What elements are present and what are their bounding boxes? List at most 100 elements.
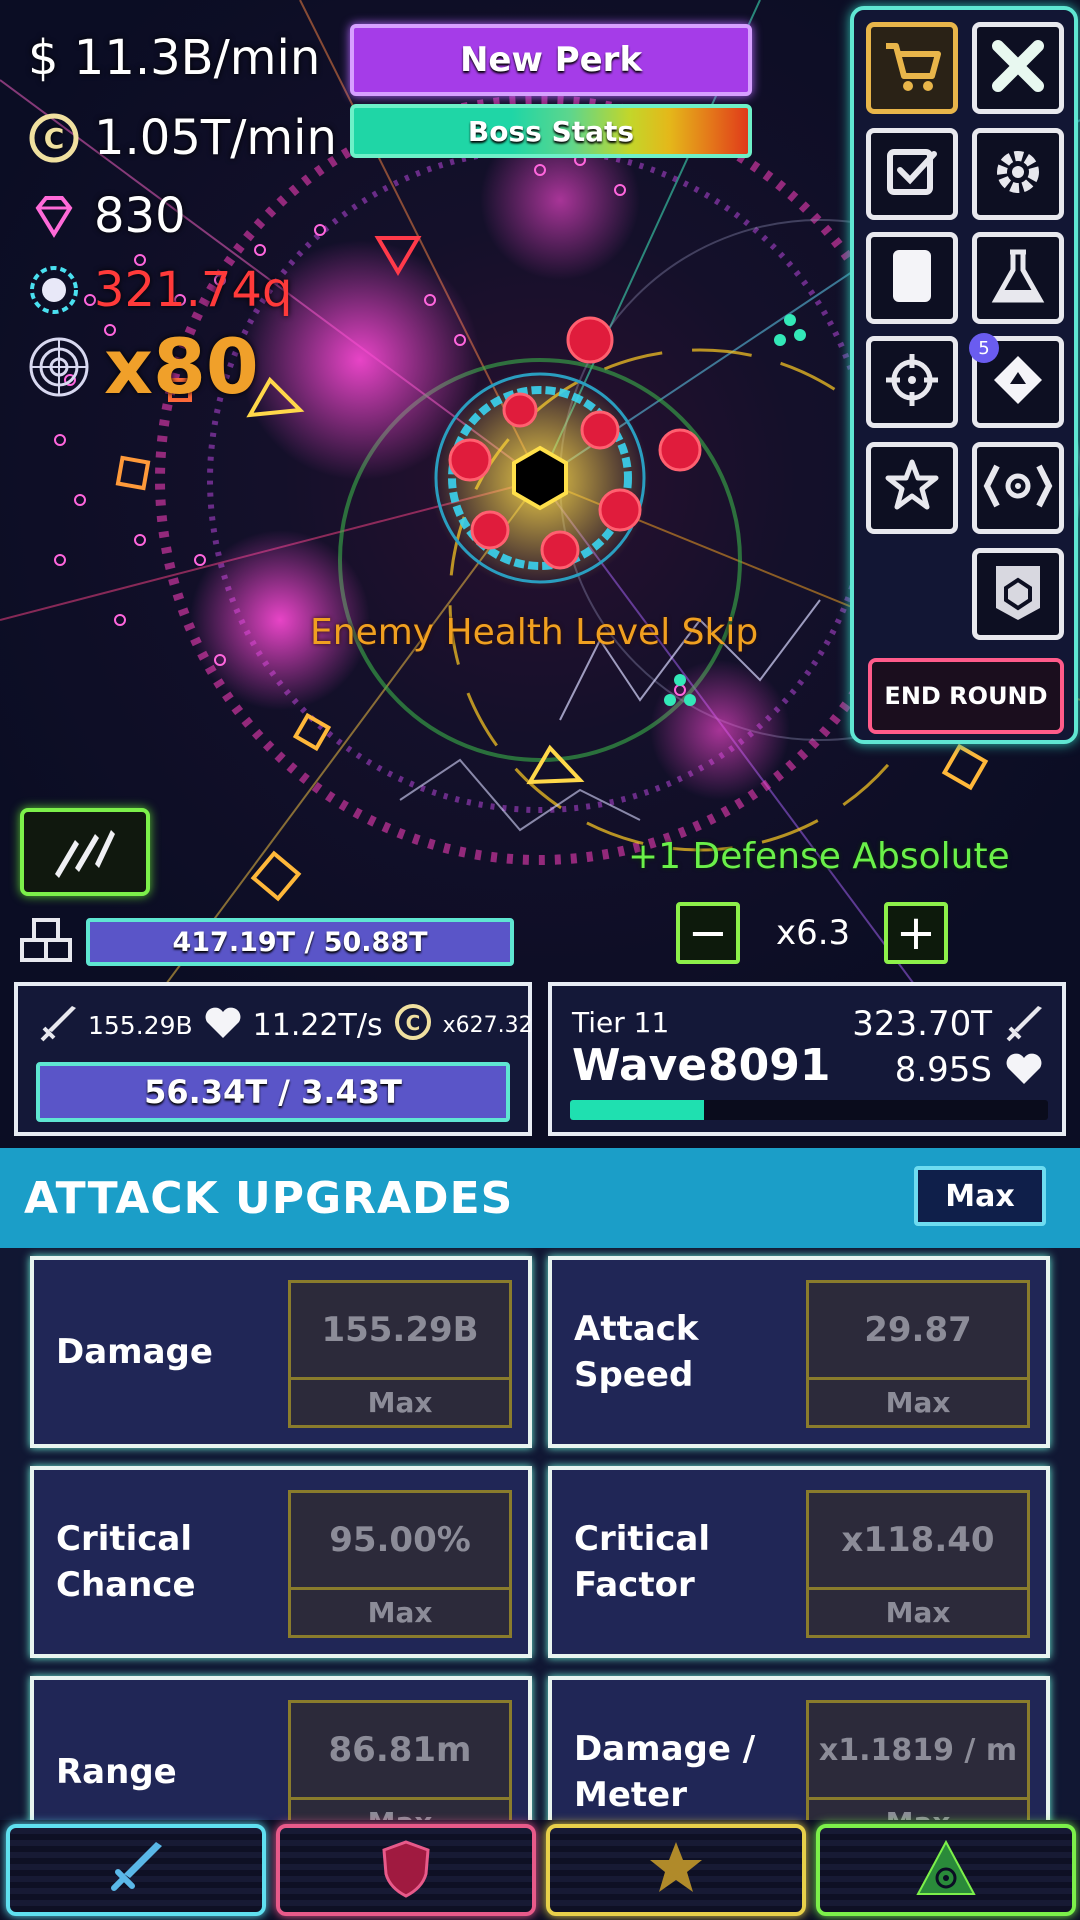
upgrade-name: Damage / Meter — [574, 1729, 756, 1815]
orb-icon — [28, 264, 80, 316]
upgrade-cost: Max — [809, 1587, 1027, 1635]
flask-icon — [988, 246, 1048, 310]
upgrade-cost: Max — [809, 1377, 1027, 1425]
favorites-button[interactable] — [866, 442, 958, 534]
modules-badge: 5 — [969, 333, 999, 363]
upgrade-card-critical-chance[interactable]: Critical Chance 95.00% Max — [30, 1466, 532, 1658]
close-button[interactable] — [972, 22, 1064, 114]
wave-panel: Tier 11 Wave 8091 323.70T 8.95S — [548, 982, 1066, 1136]
new-perk-button[interactable]: New Perk — [350, 24, 752, 96]
sword-icon — [38, 1002, 78, 1048]
end-round-button[interactable]: END ROUND — [868, 658, 1064, 734]
player-stats-panel: 155.29B 11.22T/s C x627.32 56.34T / 3.43… — [14, 982, 533, 1136]
coin-icon-small: C — [393, 1002, 433, 1048]
upgrade-buy-box[interactable]: x1.1819 / m Max — [806, 1700, 1030, 1820]
tier-label: Tier 11 — [572, 1006, 670, 1039]
new-perk-label: New Perk — [459, 40, 643, 80]
coin-rate-value: 1.05T/min — [94, 110, 337, 166]
upgrade-value: 86.81m — [328, 1730, 472, 1770]
enemy-health: 8.95S — [894, 1050, 992, 1090]
upgrade-card-damage[interactable]: Damage 155.29B Max — [30, 1256, 532, 1448]
upgrade-value: 29.87 — [864, 1310, 972, 1350]
module-icon — [988, 350, 1048, 414]
cards-button[interactable] — [866, 232, 958, 324]
battlefield: $ 11.3B/min C 1.05T/min 830 321.74q x80 … — [0, 0, 1080, 1148]
wall-icon — [18, 916, 74, 968]
upgrade-buy-box[interactable]: 155.29B Max — [288, 1280, 512, 1428]
upgrade-cost: Max — [809, 1797, 1027, 1820]
tab-utility[interactable] — [546, 1824, 806, 1916]
upgrades-title: ATTACK UPGRADES — [24, 1172, 514, 1224]
missile-ability-button[interactable] — [20, 808, 150, 896]
player-health-bar: 56.34T / 3.43T — [36, 1062, 510, 1122]
upgrade-cost: Max — [291, 1587, 509, 1635]
tab-defense[interactable] — [276, 1824, 536, 1916]
defense-bonus-text: +1 Defense Absolute — [628, 836, 1010, 877]
upgrade-card-attack-speed[interactable]: Attack Speed 29.87 Max — [548, 1256, 1050, 1448]
buy-multiplier-label: Max — [945, 1178, 1015, 1214]
settings-button[interactable] — [972, 128, 1064, 220]
upgrade-cost: Max — [291, 1797, 509, 1820]
modules-button[interactable]: 5 — [969, 333, 1064, 428]
missions-button[interactable] — [866, 128, 958, 220]
shop-button[interactable] — [866, 22, 958, 114]
level-skip-text: Enemy Health Level Skip — [310, 612, 759, 653]
signal-icon — [983, 456, 1053, 520]
power-value-text: 321.74q — [94, 262, 293, 318]
wall-health-row: 417.19T / 50.88T — [18, 916, 514, 968]
upgrade-buy-box[interactable]: x118.40 Max — [806, 1490, 1030, 1638]
star-icon — [646, 1838, 706, 1902]
side-menu: 5 END ROUND — [850, 6, 1078, 744]
cart-icon — [880, 36, 944, 100]
end-round-label: END ROUND — [884, 682, 1048, 710]
gems: 830 — [28, 188, 186, 244]
upgrade-name: Range — [56, 1752, 177, 1792]
upgrade-name: Attack Speed — [574, 1309, 699, 1395]
web-icon — [28, 336, 90, 398]
wave-progress-fill — [570, 1100, 704, 1120]
enemy-heart-icon — [1004, 1050, 1044, 1090]
tab-ultimate[interactable] — [816, 1824, 1076, 1916]
player-damage: 155.29B — [88, 1010, 193, 1040]
upgrade-name: Critical Factor — [574, 1519, 711, 1605]
player-health-text: 56.34T / 3.43T — [144, 1073, 402, 1111]
star-icon — [882, 456, 942, 520]
missiles-icon — [45, 820, 125, 884]
buy-multiplier-button[interactable]: Max — [914, 1166, 1046, 1226]
upgrade-value: x118.40 — [841, 1520, 995, 1560]
upgrade-card-damage-per-meter[interactable]: Damage / Meter x1.1819 / m Max — [548, 1676, 1050, 1820]
plus-icon: + — [895, 905, 937, 961]
tab-attack[interactable] — [6, 1824, 266, 1916]
svg-text:C: C — [44, 122, 65, 155]
boss-stats-button[interactable]: Boss Stats — [350, 104, 752, 158]
coin-icon: C — [28, 112, 80, 164]
wave-label: Wave — [572, 1040, 708, 1091]
upgrade-buy-box[interactable]: 95.00% Max — [288, 1490, 512, 1638]
speed-decrease-button[interactable]: − — [676, 902, 740, 964]
upgrade-buy-box[interactable]: 29.87 Max — [806, 1280, 1030, 1428]
wall-health-text: 417.19T / 50.88T — [172, 926, 428, 958]
checklist-icon — [882, 142, 942, 206]
card-icon — [887, 246, 937, 310]
upgrade-card-range[interactable]: Range 86.81m Max — [30, 1676, 532, 1820]
minus-icon: − — [687, 905, 729, 961]
guild-button[interactable] — [972, 548, 1064, 640]
upgrades-header: ATTACK UPGRADES Max — [0, 1148, 1080, 1248]
gear-icon — [988, 142, 1048, 206]
wave-number: 8091 — [708, 1040, 831, 1091]
player-regen: 11.22T/s — [252, 1007, 383, 1043]
speed-value: x6.3 — [776, 913, 851, 953]
upgrade-buy-box[interactable]: 86.81m Max — [288, 1700, 512, 1820]
multiplier-value: x80 — [104, 322, 259, 411]
upgrade-value: 155.29B — [321, 1310, 479, 1350]
targeting-button[interactable] — [866, 336, 958, 428]
upgrade-card-critical-factor[interactable]: Critical Factor x118.40 Max — [548, 1466, 1050, 1658]
signal-button[interactable] — [972, 442, 1064, 534]
coin-multiplier: x627.32 — [442, 1012, 533, 1038]
upgrade-cost: Max — [291, 1377, 509, 1425]
speed-increase-button[interactable]: + — [884, 902, 948, 964]
crosshair-icon — [882, 350, 942, 414]
lab-button[interactable] — [972, 232, 1064, 324]
cash-rate: $ 11.3B/min — [28, 30, 320, 86]
wave-progress-bar — [570, 1100, 1048, 1120]
